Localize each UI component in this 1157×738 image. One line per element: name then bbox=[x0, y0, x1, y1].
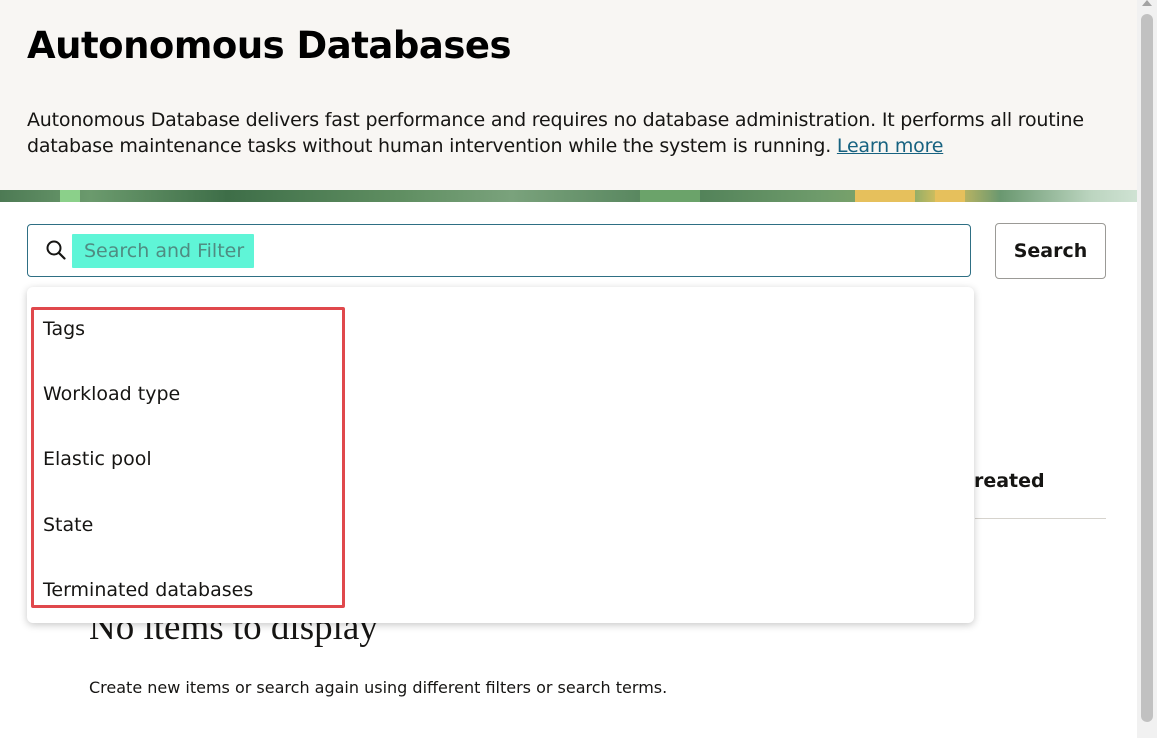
filter-option-elastic-pool[interactable]: Elastic pool bbox=[43, 444, 152, 474]
filter-option-workload-type[interactable]: Workload type bbox=[43, 379, 180, 409]
decorative-banner bbox=[0, 190, 1137, 202]
empty-state-message: Create new items or search again using d… bbox=[89, 678, 668, 697]
search-button[interactable]: Search bbox=[995, 223, 1106, 279]
filter-option-state[interactable]: State bbox=[43, 510, 93, 540]
page-header: Autonomous Databases Autonomous Database… bbox=[0, 0, 1137, 190]
table-divider bbox=[975, 518, 1106, 519]
vertical-scrollbar[interactable] bbox=[1137, 0, 1157, 738]
column-header-label: Created bbox=[968, 470, 1045, 492]
page-description: Autonomous Database delivers fast perfor… bbox=[27, 107, 1117, 159]
learn-more-link[interactable]: Learn more bbox=[837, 135, 944, 157]
filter-option-tags[interactable]: Tags bbox=[43, 314, 85, 344]
scroll-up-arrow-icon[interactable] bbox=[1142, 0, 1152, 6]
scrollbar-thumb[interactable] bbox=[1141, 14, 1153, 722]
page-title: Autonomous Databases bbox=[27, 24, 512, 67]
search-filter-box[interactable]: Search and Filter bbox=[27, 224, 971, 277]
search-input[interactable] bbox=[72, 234, 872, 268]
search-icon bbox=[46, 240, 66, 260]
column-header-created[interactable]: Created bbox=[968, 470, 1058, 492]
filter-dropdown-menu: Tags Workload type Elastic pool State Te… bbox=[27, 287, 974, 623]
filter-option-terminated-databases[interactable]: Terminated databases bbox=[43, 575, 253, 605]
